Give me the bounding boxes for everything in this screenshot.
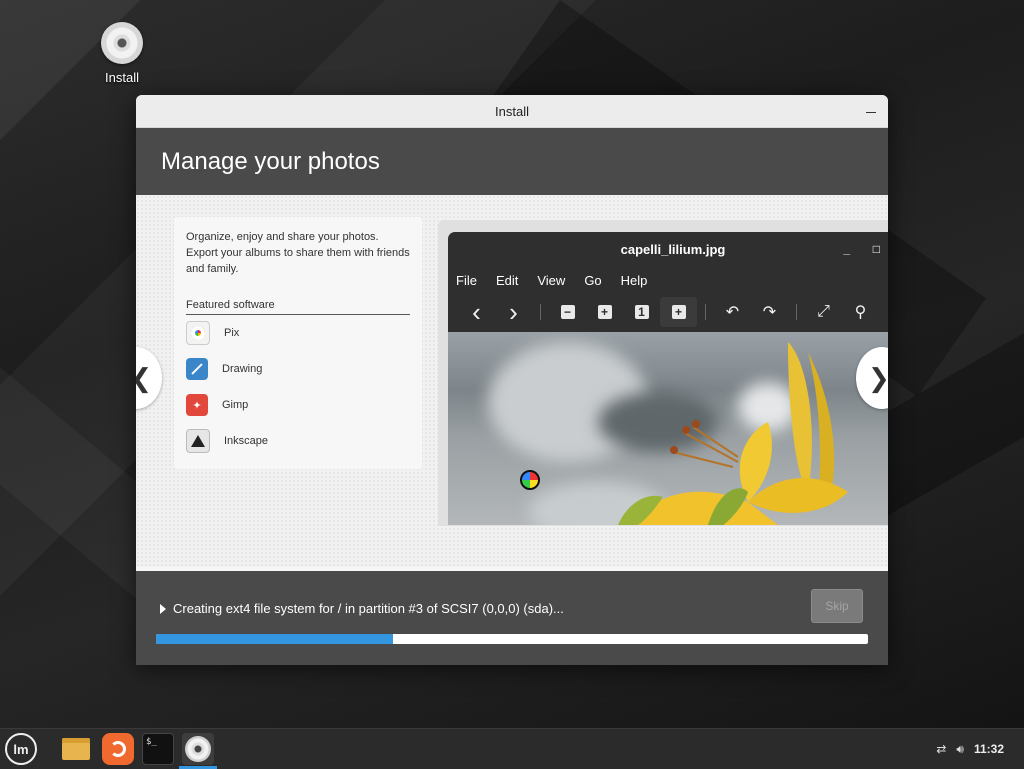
zoom-out-icon: − <box>549 297 586 327</box>
taskbar: lm $_ ⇄ 🔊︎ 11:32 <box>0 728 1024 769</box>
forward-icon: › <box>509 296 518 327</box>
pix-viewer-screenshot: capelli_lilium.jpg _ □ File Edit View Go… <box>448 232 888 525</box>
app-label: Drawing <box>222 363 263 375</box>
clock[interactable]: 11:32 <box>974 742 1004 756</box>
system-tray: ⇄ 🔊︎ 11:32 <box>936 729 1024 769</box>
previous-slide-button[interactable]: ❮ <box>136 347 162 409</box>
network-disconnected-icon[interactable]: ⇄ <box>936 742 946 756</box>
toolbar-separator <box>705 304 706 320</box>
viewer-menu-file: File <box>456 272 477 288</box>
progress-status-text: Creating ext4 file system for / in parti… <box>173 601 564 616</box>
desktop-icon-label: Install <box>105 70 139 85</box>
mint-logo-icon: lm <box>13 741 29 757</box>
viewer-minimize-icon: _ <box>843 242 850 256</box>
installer-window: Install Manage your photos Organize, enj… <box>136 95 888 665</box>
viewer-title: capelli_lilium.jpg <box>620 241 726 257</box>
slideshow-area: Organize, enjoy and share your photos. E… <box>136 195 888 567</box>
status-expander[interactable]: Creating ext4 file system for / in parti… <box>160 601 564 616</box>
fullscreen-icon: ⤢ <box>817 303 830 320</box>
slide-header: Manage your photos <box>136 128 888 195</box>
featured-software-heading: Featured software <box>186 299 410 315</box>
chevron-left-icon: ❮ <box>136 363 152 394</box>
back-icon: ‹ <box>472 296 481 327</box>
featured-app-inkscape: Inkscape <box>186 429 268 453</box>
viewer-menu-view: View <box>537 272 566 288</box>
zoom-normal-icon: 1 <box>623 297 660 327</box>
pix-icon <box>186 321 210 345</box>
viewer-titlebar: capelli_lilium.jpg _ □ <box>448 232 888 266</box>
toolbar-separator <box>540 304 541 320</box>
viewer-menu-go: Go <box>584 272 602 288</box>
zoom-in-icon: + <box>586 297 623 327</box>
featured-app-pix: Pix <box>186 321 239 345</box>
app-label: Gimp <box>222 399 249 411</box>
slideshow-icon: ⚲ <box>854 304 867 321</box>
viewer-menu-help: Help <box>620 272 648 288</box>
window-titlebar[interactable]: Install <box>136 95 888 128</box>
drawing-icon <box>186 358 208 380</box>
app-label: Inkscape <box>224 435 269 447</box>
progress-bar-fill <box>156 634 394 644</box>
skip-button[interactable]: Skip <box>811 589 863 623</box>
chevron-right-icon: ❯ <box>868 362 888 393</box>
gimp-icon: ✦ <box>186 394 208 416</box>
page-title: Manage your photos <box>161 147 380 175</box>
slide-description: Organize, enjoy and share your photos. E… <box>186 231 410 275</box>
info-card: Organize, enjoy and share your photos. E… <box>174 217 422 469</box>
rotate-left-icon: ↶ <box>725 304 740 321</box>
viewer-toolbar: ‹ › − + 1 + ↶ ↷ ⤢ ⚲ <box>448 294 888 330</box>
featured-app-drawing: Drawing <box>186 357 262 381</box>
inkscape-icon <box>186 429 210 453</box>
disc-icon <box>101 22 143 64</box>
color-cursor-icon <box>520 470 540 490</box>
firefox-launcher-icon[interactable] <box>102 733 134 765</box>
toolbar-separator <box>796 304 797 320</box>
files-launcher-icon[interactable] <box>60 733 92 765</box>
desktop-install-shortcut[interactable]: Install <box>96 22 148 85</box>
installer-task-button[interactable] <box>182 733 214 765</box>
viewer-maximize-icon: □ <box>872 242 880 256</box>
lily-photo <box>448 332 888 525</box>
progress-bar <box>156 634 868 644</box>
progress-panel: Creating ext4 file system for / in parti… <box>136 571 888 665</box>
zoom-fit-icon: + <box>660 297 697 327</box>
window-title: Install <box>495 103 529 119</box>
terminal-prompt-glyph: $_ <box>146 737 157 747</box>
minimize-button[interactable] <box>864 103 878 117</box>
viewer-menubar: File Edit View Go Help <box>448 266 888 294</box>
expander-arrow-icon <box>160 603 166 614</box>
app-label: Pix <box>224 327 240 339</box>
terminal-launcher-icon[interactable]: $_ <box>142 733 174 765</box>
viewer-menu-edit: Edit <box>495 272 519 288</box>
rotate-right-icon: ↷ <box>762 304 777 321</box>
featured-app-gimp: ✦ Gimp <box>186 393 248 417</box>
mint-menu-button[interactable]: lm <box>5 733 37 765</box>
volume-icon[interactable]: 🔊︎ <box>956 742 964 757</box>
lily-flower-graphic <box>618 342 848 525</box>
